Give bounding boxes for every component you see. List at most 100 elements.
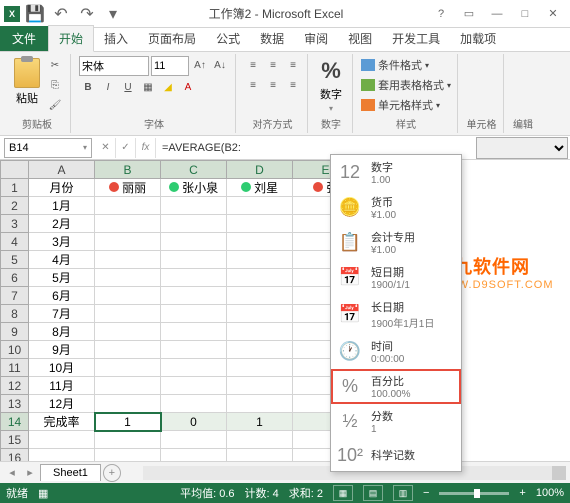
sheet-nav-next-icon[interactable]: ▸ bbox=[22, 466, 38, 479]
conditional-format-button[interactable]: 条件格式▾ bbox=[361, 56, 429, 74]
sheet-nav-prev-icon[interactable]: ◂ bbox=[4, 466, 20, 479]
cell-B12[interactable] bbox=[95, 377, 161, 395]
cell-D9[interactable] bbox=[227, 323, 293, 341]
cell-A13[interactable]: 12月 bbox=[29, 395, 95, 413]
cell-B13[interactable] bbox=[95, 395, 161, 413]
column-header-C[interactable]: C bbox=[161, 161, 227, 179]
cell-C5[interactable] bbox=[161, 251, 227, 269]
cell-A1[interactable]: 月份 bbox=[29, 179, 95, 197]
cell-D15[interactable] bbox=[227, 431, 293, 449]
tab-review[interactable]: 审阅 bbox=[294, 26, 338, 51]
bold-icon[interactable]: B bbox=[79, 78, 97, 96]
border-icon[interactable]: ▦ bbox=[139, 78, 157, 96]
row-header-8[interactable]: 8 bbox=[1, 305, 29, 323]
row-header-10[interactable]: 10 bbox=[1, 341, 29, 359]
zoom-out-icon[interactable]: − bbox=[423, 487, 429, 499]
align-right-icon[interactable]: ≡ bbox=[284, 76, 302, 94]
cell-B4[interactable] bbox=[95, 233, 161, 251]
align-top-icon[interactable]: ≡ bbox=[244, 56, 262, 74]
view-normal-icon[interactable]: ▦ bbox=[333, 485, 353, 501]
number-format-item-6[interactable]: % 百分比 100.00% bbox=[331, 369, 461, 404]
cell-D4[interactable] bbox=[227, 233, 293, 251]
fill-color-icon[interactable]: ◢ bbox=[159, 78, 177, 96]
align-bottom-icon[interactable]: ≡ bbox=[284, 56, 302, 74]
ribbon-display-icon[interactable]: ▭ bbox=[456, 4, 482, 24]
cell-A2[interactable]: 1月 bbox=[29, 197, 95, 215]
paste-button[interactable]: 粘贴 bbox=[10, 56, 44, 108]
table-format-button[interactable]: 套用表格格式▾ bbox=[361, 76, 451, 94]
cell-C13[interactable] bbox=[161, 395, 227, 413]
cell-C11[interactable] bbox=[161, 359, 227, 377]
cell-D11[interactable] bbox=[227, 359, 293, 377]
qat-redo-icon[interactable]: ↷ bbox=[76, 3, 98, 25]
cell-B11[interactable] bbox=[95, 359, 161, 377]
cell-C7[interactable] bbox=[161, 287, 227, 305]
cell-B8[interactable] bbox=[95, 305, 161, 323]
qat-undo-icon[interactable]: ↶ bbox=[50, 3, 72, 25]
add-sheet-button[interactable]: + bbox=[103, 464, 121, 482]
cell-A10[interactable]: 9月 bbox=[29, 341, 95, 359]
cell-B5[interactable] bbox=[95, 251, 161, 269]
number-format-item-2[interactable]: 📋 会计专用 ¥1.00 bbox=[331, 225, 461, 260]
tab-home[interactable]: 开始 bbox=[48, 25, 94, 52]
cell-D3[interactable] bbox=[227, 215, 293, 233]
zoom-slider[interactable] bbox=[439, 492, 509, 495]
number-format-item-5[interactable]: 🕐 时间 0:00:00 bbox=[331, 334, 461, 369]
macro-record-icon[interactable]: ▦ bbox=[38, 487, 48, 500]
align-middle-icon[interactable]: ≡ bbox=[264, 56, 282, 74]
row-header-4[interactable]: 4 bbox=[1, 233, 29, 251]
name-box[interactable]: B14 ▾ bbox=[4, 138, 92, 158]
cancel-formula-icon[interactable]: ✕ bbox=[96, 138, 116, 158]
view-page-break-icon[interactable]: ▥ bbox=[393, 485, 413, 501]
cell-D8[interactable] bbox=[227, 305, 293, 323]
cell-C15[interactable] bbox=[161, 431, 227, 449]
cell-B10[interactable] bbox=[95, 341, 161, 359]
cell-A5[interactable]: 4月 bbox=[29, 251, 95, 269]
cell-C12[interactable] bbox=[161, 377, 227, 395]
column-header-B[interactable]: B bbox=[95, 161, 161, 179]
row-header-9[interactable]: 9 bbox=[1, 323, 29, 341]
cell-D14[interactable]: 1 bbox=[227, 413, 293, 431]
cell-A8[interactable]: 7月 bbox=[29, 305, 95, 323]
tab-addins[interactable]: 加载项 bbox=[450, 26, 506, 51]
number-format-button[interactable]: % 数字 ▾ bbox=[316, 56, 346, 115]
cell-C10[interactable] bbox=[161, 341, 227, 359]
help-icon[interactable]: ? bbox=[428, 4, 454, 24]
cell-A11[interactable]: 10月 bbox=[29, 359, 95, 377]
cell-A6[interactable]: 5月 bbox=[29, 269, 95, 287]
number-format-item-3[interactable]: 📅 短日期 1900/1/1 bbox=[331, 260, 461, 295]
select-all-corner[interactable] bbox=[1, 161, 29, 179]
underline-icon[interactable]: U bbox=[119, 78, 137, 96]
cell-C8[interactable] bbox=[161, 305, 227, 323]
row-header-15[interactable]: 15 bbox=[1, 431, 29, 449]
file-tab[interactable]: 文件 bbox=[0, 26, 48, 51]
cell-D1[interactable]: 刘星 bbox=[227, 179, 293, 197]
sheet-tab-active[interactable]: Sheet1 bbox=[40, 464, 101, 481]
row-header-7[interactable]: 7 bbox=[1, 287, 29, 305]
cell-A3[interactable]: 2月 bbox=[29, 215, 95, 233]
formula-input[interactable]: =AVERAGE(B2: bbox=[156, 142, 476, 154]
cell-C14[interactable]: 0 bbox=[161, 413, 227, 431]
font-color-icon[interactable]: A bbox=[179, 78, 197, 96]
number-format-item-4[interactable]: 📅 长日期 1900年1月1日 bbox=[331, 295, 461, 334]
enter-formula-icon[interactable]: ✓ bbox=[116, 138, 136, 158]
minimize-icon[interactable]: — bbox=[484, 4, 510, 24]
cell-B2[interactable] bbox=[95, 197, 161, 215]
row-header-13[interactable]: 13 bbox=[1, 395, 29, 413]
cell-B3[interactable] bbox=[95, 215, 161, 233]
copy-icon[interactable]: ⎘ bbox=[46, 76, 64, 94]
number-format-item-8[interactable]: 10² 科学记数 bbox=[331, 439, 461, 471]
qat-customize-icon[interactable]: ▾ bbox=[102, 3, 124, 25]
zoom-in-icon[interactable]: + bbox=[519, 487, 525, 499]
tab-data[interactable]: 数据 bbox=[250, 26, 294, 51]
cut-icon[interactable]: ✂ bbox=[46, 56, 64, 74]
cell-C6[interactable] bbox=[161, 269, 227, 287]
cell-A7[interactable]: 6月 bbox=[29, 287, 95, 305]
cell-A4[interactable]: 3月 bbox=[29, 233, 95, 251]
cell-D6[interactable] bbox=[227, 269, 293, 287]
cell-B1[interactable]: 丽丽 bbox=[95, 179, 161, 197]
row-header-14[interactable]: 14 bbox=[1, 413, 29, 431]
align-center-icon[interactable]: ≡ bbox=[264, 76, 282, 94]
tab-formulas[interactable]: 公式 bbox=[206, 26, 250, 51]
number-format-item-1[interactable]: 🪙 货币 ¥1.00 bbox=[331, 190, 461, 225]
